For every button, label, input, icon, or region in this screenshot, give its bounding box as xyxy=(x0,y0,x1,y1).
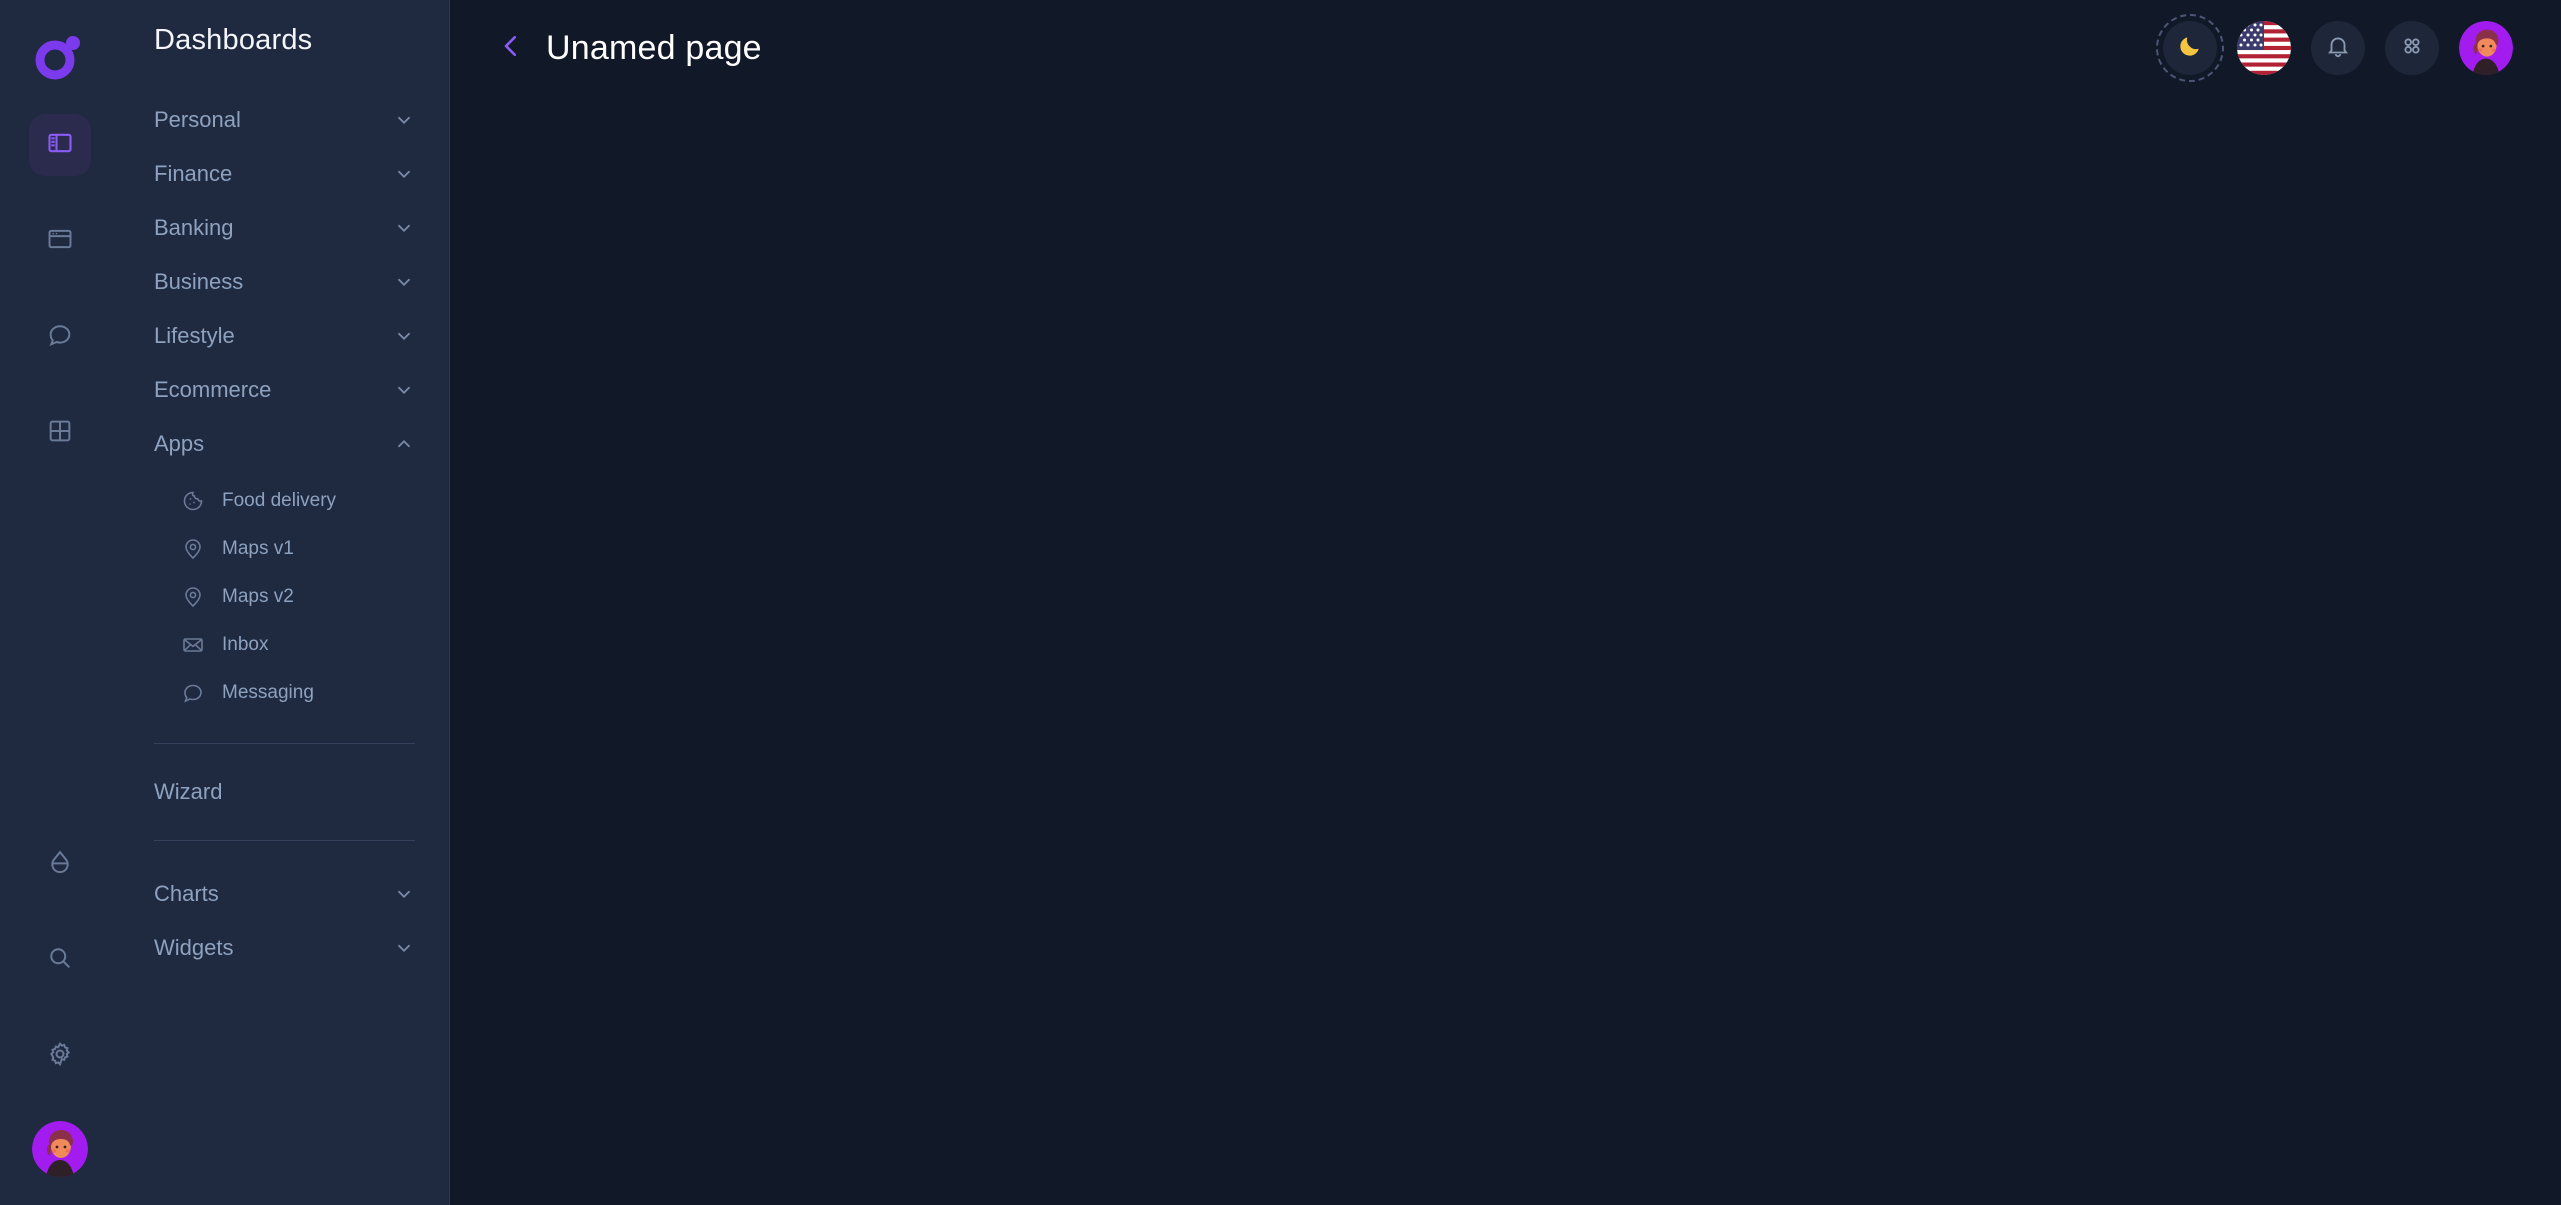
sidebar-group-label: Business xyxy=(154,269,244,294)
chat-bubble-icon xyxy=(46,321,74,354)
envelope-icon xyxy=(180,632,206,658)
chevron-down-icon xyxy=(393,109,415,131)
map-pin-icon xyxy=(180,536,206,562)
chevron-left-icon xyxy=(496,31,526,66)
sidebar-layout-icon xyxy=(46,129,74,162)
apps-submenu: Food delivery Maps v1 Maps v2 Inbox Mess… xyxy=(154,471,415,717)
sidebar-item-label: Wizard xyxy=(154,779,223,804)
chevron-down-icon xyxy=(393,271,415,293)
sidebar-divider-top xyxy=(154,743,415,744)
page-content xyxy=(450,96,2561,1205)
main-area: Unamed page xyxy=(450,0,2561,1205)
grid-icon xyxy=(46,417,74,450)
sidebar-item-inbox[interactable]: Inbox xyxy=(180,621,415,669)
sidebar-group-ecommerce[interactable]: Ecommerce xyxy=(154,363,415,417)
sidebar-group-label: Personal xyxy=(154,107,241,132)
sidebar-item-food-delivery[interactable]: Food delivery xyxy=(180,477,415,525)
language-selector[interactable] xyxy=(2237,21,2291,75)
sidebar-group-finance[interactable]: Finance xyxy=(154,147,415,201)
chevron-down-icon xyxy=(393,937,415,959)
sidebar-item-maps-v1[interactable]: Maps v1 xyxy=(180,525,415,573)
rail-bottom-group xyxy=(29,833,91,1205)
sidebar-group-lifestyle[interactable]: Lifestyle xyxy=(154,309,415,363)
sidebar-group-label: Ecommerce xyxy=(154,377,272,402)
sidebar-group-banking[interactable]: Banking xyxy=(154,201,415,255)
us-flag-icon xyxy=(2237,21,2291,75)
sidebar-group-label: Finance xyxy=(154,161,233,186)
rail-item-messaging[interactable] xyxy=(29,306,91,368)
sidebar-item-label: Messaging xyxy=(222,682,314,703)
rail-user-avatar[interactable] xyxy=(32,1121,88,1177)
rail-item-settings[interactable] xyxy=(29,1025,91,1087)
gear-icon xyxy=(46,1040,74,1073)
chevron-down-icon xyxy=(393,163,415,185)
chevron-down-icon xyxy=(393,325,415,347)
sidebar-group-label: Charts xyxy=(154,881,219,906)
apps-menu-button[interactable] xyxy=(2385,21,2439,75)
moon-icon xyxy=(2177,33,2203,64)
apps-grid-icon xyxy=(2399,33,2425,64)
notifications-button[interactable] xyxy=(2311,21,2365,75)
sidebar-item-label: Food delivery xyxy=(222,490,337,511)
rail-item-search[interactable] xyxy=(29,929,91,991)
sidebar-group-label: Widgets xyxy=(154,935,234,960)
page-title: Unamed page xyxy=(546,28,762,67)
sidebar: Dashboards Personal Finance Banking Busi… xyxy=(120,0,450,1205)
sidebar-group-apps[interactable]: Apps xyxy=(154,417,415,471)
window-icon xyxy=(46,225,74,258)
sidebar-item-label: Maps v2 xyxy=(222,586,294,607)
sidebar-item-label: Inbox xyxy=(222,634,269,655)
map-pin-icon xyxy=(180,584,206,610)
sidebar-item-maps-v2[interactable]: Maps v2 xyxy=(180,573,415,621)
sidebar-group-business[interactable]: Business xyxy=(154,255,415,309)
sidebar-title: Dashboards xyxy=(154,24,313,56)
rail-item-window[interactable] xyxy=(29,210,91,272)
chevron-down-icon xyxy=(393,217,415,239)
cookie-icon xyxy=(180,488,206,514)
chevron-down-icon xyxy=(393,883,415,905)
sidebar-group-widgets[interactable]: Widgets xyxy=(154,921,415,975)
sidebar-item-messaging[interactable]: Messaging xyxy=(180,669,415,717)
sidebar-divider-bottom xyxy=(154,840,415,841)
sidebar-group-label: Banking xyxy=(154,215,234,240)
sidebar-group-personal[interactable]: Personal xyxy=(154,93,415,147)
rail-item-grid[interactable] xyxy=(29,402,91,464)
profile-avatar[interactable] xyxy=(2459,21,2513,75)
rail-item-theme[interactable] xyxy=(29,833,91,895)
topbar-actions xyxy=(2156,14,2513,82)
chat-bubble-icon xyxy=(180,680,206,706)
bell-icon xyxy=(2325,33,2351,64)
rail-item-dashboards[interactable] xyxy=(29,114,91,176)
sidebar-item-label: Maps v1 xyxy=(222,538,294,559)
search-icon xyxy=(46,944,74,977)
water-drop-icon xyxy=(46,848,74,881)
app-root: Dashboards Personal Finance Banking Busi… xyxy=(0,0,2561,1205)
sidebar-group-label: Lifestyle xyxy=(154,323,235,348)
icon-rail xyxy=(0,0,120,1205)
chevron-up-icon xyxy=(393,433,415,455)
sidebar-group-charts[interactable]: Charts xyxy=(154,867,415,921)
dark-mode-toggle[interactable] xyxy=(2156,14,2224,82)
back-button[interactable] xyxy=(490,27,532,69)
sidebar-group-label: Apps xyxy=(154,431,205,456)
app-logo[interactable] xyxy=(25,22,95,92)
topbar: Unamed page xyxy=(450,0,2561,96)
sidebar-item-wizard[interactable]: Wizard xyxy=(154,770,415,814)
chevron-down-icon xyxy=(393,379,415,401)
